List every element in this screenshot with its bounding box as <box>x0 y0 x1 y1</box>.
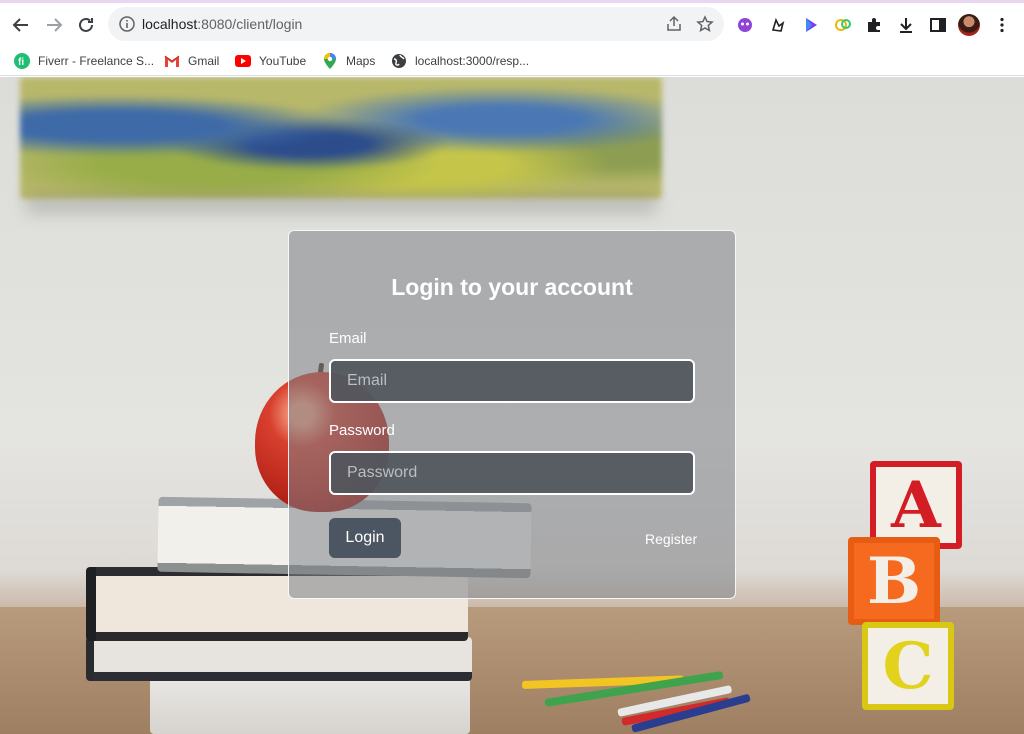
address-bar[interactable]: localhost:8080/client/login <box>108 7 724 41</box>
bookmarks-bar: fi Fiverr - Freelance S... Gmail YouTube… <box>0 46 1024 76</box>
gmail-icon <box>164 53 180 69</box>
profile-avatar[interactable] <box>958 14 980 36</box>
letter-block-b: B <box>848 537 940 625</box>
letter-block-a: A <box>870 461 962 549</box>
book <box>86 637 472 681</box>
login-button[interactable]: Login <box>329 518 401 558</box>
site-info-icon[interactable] <box>118 15 136 33</box>
reload-button[interactable] <box>73 12 99 38</box>
extension-color-icon[interactable] <box>832 14 854 36</box>
maps-icon <box>322 53 338 69</box>
back-arrow-icon <box>12 18 28 32</box>
share-icon[interactable] <box>664 14 684 34</box>
email-input[interactable] <box>329 359 695 403</box>
svg-text:fi: fi <box>18 57 24 68</box>
bookmark-star-icon[interactable] <box>695 14 715 34</box>
download-icon[interactable] <box>895 14 917 36</box>
browser-toolbar: localhost:8080/client/login <box>0 0 1024 46</box>
side-panel-icon[interactable] <box>927 14 949 36</box>
wall-painting <box>20 77 662 199</box>
letter-block-c: C <box>862 622 954 710</box>
bookmark-fiverr[interactable]: fi Fiverr - Freelance S... <box>14 51 154 71</box>
bookmark-localhost[interactable]: localhost:3000/resp... <box>391 51 529 71</box>
bookmark-maps[interactable]: Maps <box>322 51 375 71</box>
login-card: Login to your account Email Password Log… <box>288 230 736 599</box>
extension-play-icon[interactable] <box>800 14 822 36</box>
forward-button[interactable] <box>41 12 67 38</box>
reload-icon <box>79 17 93 32</box>
youtube-icon <box>235 53 251 69</box>
forward-arrow-icon <box>47 18 63 32</box>
login-title: Login to your account <box>391 274 633 300</box>
globe-icon <box>391 53 407 69</box>
bookmark-gmail[interactable]: Gmail <box>164 51 219 71</box>
password-input[interactable] <box>329 451 695 495</box>
extension-hand-icon[interactable] <box>767 14 789 36</box>
fiverr-icon: fi <box>14 53 30 69</box>
email-label: Email <box>329 330 367 347</box>
book <box>150 677 470 734</box>
bookmark-youtube[interactable]: YouTube <box>235 51 306 71</box>
extensions-puzzle-icon[interactable] <box>863 14 885 36</box>
register-link[interactable]: Register <box>645 531 697 547</box>
menu-kebab-icon[interactable] <box>991 14 1013 36</box>
back-button[interactable] <box>8 12 34 38</box>
url-text: localhost:8080/client/login <box>142 16 303 32</box>
extension-purple-icon[interactable] <box>734 14 756 36</box>
password-label: Password <box>329 422 395 439</box>
